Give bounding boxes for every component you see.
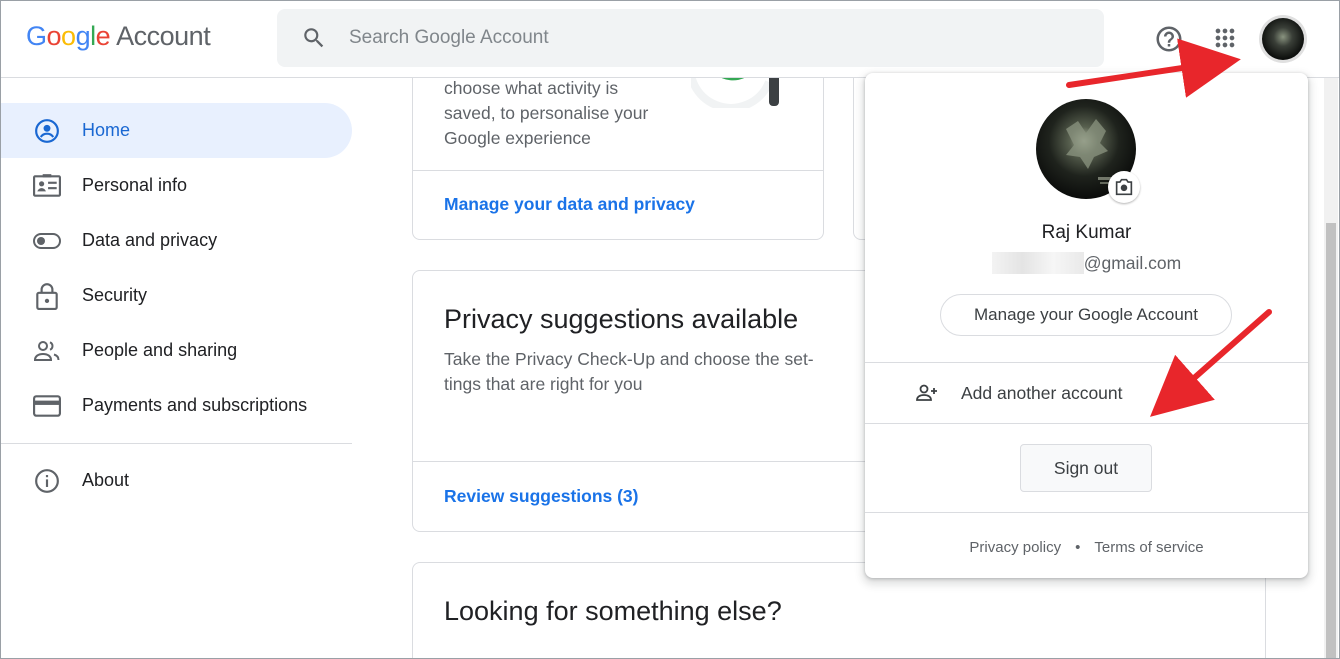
add-account-label: Add another account: [961, 382, 1123, 403]
sidebar-divider: [1, 443, 352, 444]
card-description: Take the Privacy Check-Up and choose the…: [444, 349, 814, 394]
popup-divider: [865, 512, 1308, 513]
popup-divider: [865, 423, 1308, 424]
account-wordmark: Account: [116, 21, 211, 51]
card-divider: [413, 170, 823, 171]
logo-letter: o: [46, 21, 62, 51]
page-scrollbar[interactable]: [1324, 78, 1338, 658]
logo-letter: g: [75, 21, 91, 51]
sidebar-item-payments[interactable]: Payments and subscriptions: [1, 378, 352, 433]
card-title: Privacy suggestions available: [444, 304, 799, 334]
lock-icon: [33, 282, 61, 310]
apps-grid-icon[interactable]: [1211, 24, 1239, 52]
google-account-logo[interactable]: Google Account: [26, 21, 211, 52]
sidebar-item-personal-info[interactable]: Personal info: [1, 158, 352, 213]
camera-icon: [1115, 178, 1133, 196]
sidebar-item-label: Data and privacy: [82, 230, 218, 250]
sidebar-item-label: About: [82, 470, 130, 490]
logo-letter: o: [61, 21, 76, 51]
manage-data-privacy-link[interactable]: Manage your data and privacy: [444, 194, 695, 215]
card-title: Looking for something else?: [444, 596, 782, 626]
sidebar-item-home[interactable]: Home: [1, 103, 352, 158]
top-header: Google Account: [1, 1, 1339, 78]
scrollbar-thumb[interactable]: [1326, 223, 1336, 658]
sidebar-item-label: Payments and subscriptions: [82, 395, 308, 415]
card-description: choose what activity is saved, to person…: [444, 78, 649, 148]
google-wordmark: Google: [26, 21, 111, 52]
account-email: @gmail.com: [865, 252, 1308, 274]
sidebar-item-security[interactable]: Security: [1, 268, 352, 323]
sidebar-item-label: People and sharing: [82, 340, 238, 360]
sidebar-item-people-sharing[interactable]: People and sharing: [1, 323, 352, 378]
privacy-policy-link[interactable]: Privacy policy: [969, 539, 1061, 556]
popup-footer: Privacy policy • Terms of service: [865, 539, 1308, 556]
toggle-icon: [33, 227, 61, 255]
browser-frame: Google Account Home Personal info: [0, 0, 1340, 659]
credit-card-icon: [33, 392, 61, 420]
privacy-suggestions-card: Privacy suggestions available Take the P…: [412, 270, 892, 532]
home-account-icon: [33, 117, 61, 145]
change-photo-button[interactable]: [1108, 171, 1140, 203]
help-icon[interactable]: [1154, 24, 1184, 54]
footer-separator: •: [1075, 539, 1081, 556]
logo-letter: G: [26, 21, 47, 51]
card-divider: [413, 461, 891, 462]
add-person-icon: [916, 384, 937, 401]
data-privacy-card: choose what activity is saved, to person…: [412, 51, 824, 240]
avatar-image: [1262, 18, 1304, 60]
sidebar-item-about[interactable]: About: [1, 453, 352, 508]
manage-google-account-button[interactable]: Manage your Google Account: [940, 294, 1232, 336]
info-icon: [33, 467, 61, 495]
people-icon: [33, 337, 61, 365]
sidebar-item-label: Home: [82, 120, 131, 140]
search-input[interactable]: [349, 27, 1049, 49]
account-name: Raj Kumar: [1041, 222, 1132, 243]
sidebar-nav: Home Personal info Data and privacy Secu…: [1, 78, 353, 508]
add-another-account-row[interactable]: Add another account: [865, 363, 1308, 423]
account-popup: Raj Kumar @gmail.com Manage your Google …: [865, 73, 1308, 578]
sidebar-item-label: Personal info: [82, 175, 188, 195]
redacted-email-prefix: [991, 252, 1084, 274]
search-icon[interactable]: [301, 25, 327, 51]
terms-of-service-link[interactable]: Terms of service: [1094, 539, 1203, 556]
sidebar-item-data-privacy[interactable]: Data and privacy: [1, 213, 352, 268]
logo-letter: e: [95, 21, 111, 51]
search-bar[interactable]: [277, 9, 1104, 67]
review-suggestions-link[interactable]: Review suggestions (3): [444, 486, 639, 507]
id-card-icon: [33, 172, 61, 200]
account-avatar-button[interactable]: [1259, 15, 1307, 63]
sign-out-button[interactable]: Sign out: [1020, 444, 1152, 492]
sidebar-item-label: Security: [82, 285, 148, 305]
